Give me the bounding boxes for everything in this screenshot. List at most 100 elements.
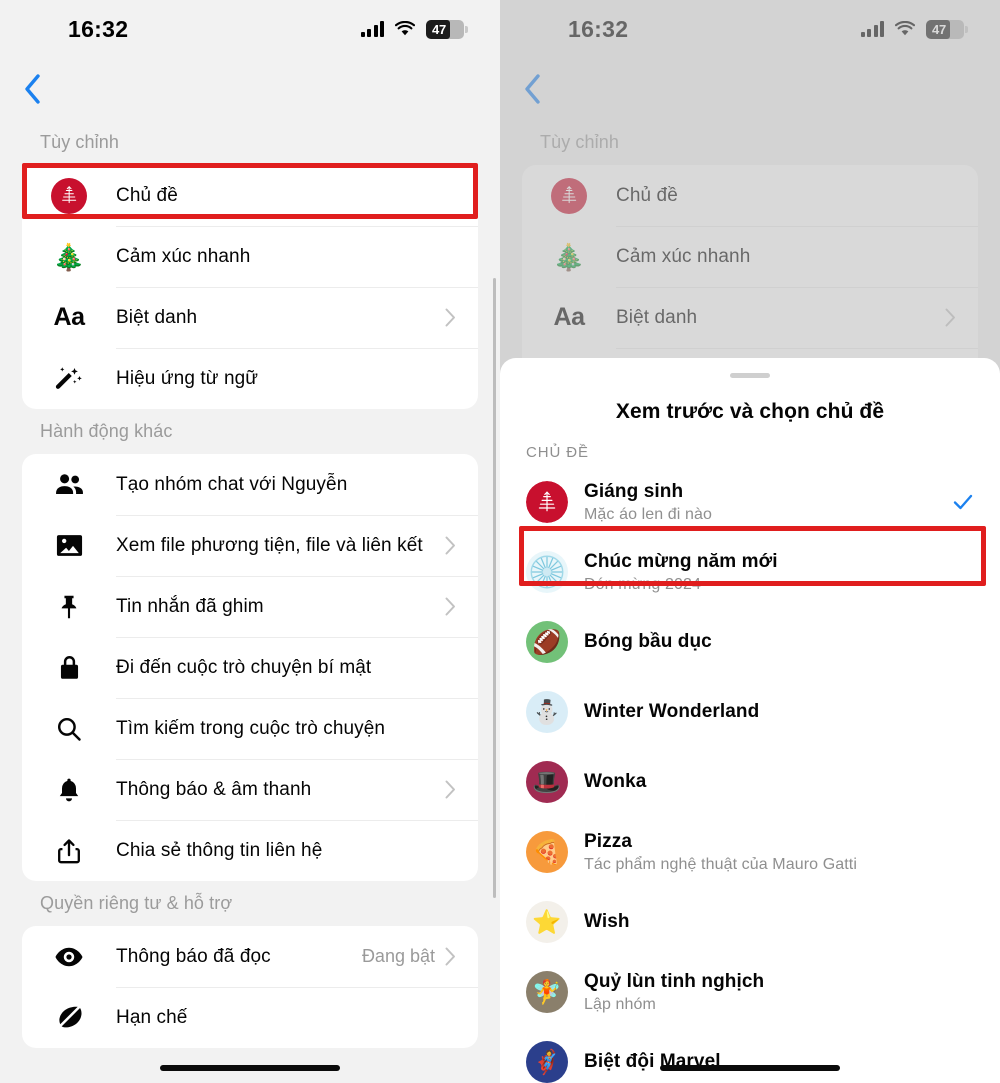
theme-option-3[interactable]: ⛄ Winter Wonderland [500,677,1000,747]
share-icon [58,838,80,863]
row-icon-slot [22,593,116,621]
settings-row-label: Chủ đề [616,184,678,206]
settings-row-0-2[interactable]: Aa Biệt danh [522,287,978,348]
theme-option-2[interactable]: 🏈 Bóng bầu dục [500,607,1000,677]
aa-text-icon: Aa [553,303,585,331]
wish-star-theme-avatar-icon: ⭐ [526,901,568,943]
settings-row-0-1[interactable]: 🎄 Cảm xúc nhanh [22,226,478,287]
theme-name: Quỷ lùn tinh nghịch [584,970,765,992]
section-header: Quyền riêng tư & hỗ trợ [40,893,233,913]
navigation-bar [0,58,500,120]
settings-row-2-0[interactable]: Thông báo đã đọc Đang bật [22,926,478,987]
home-indicator [660,1065,840,1071]
row-icon-slot [22,177,116,214]
settings-row-1-2[interactable]: Tin nhắn đã ghim [22,576,478,637]
theme-name: Pizza [584,830,633,852]
theme-name: Wonka [584,771,647,792]
settings-row-0-2[interactable]: Aa Biệt danh [22,287,478,348]
theme-option-1[interactable]: Chúc mừng năm mới Đón mừng 2024 [500,537,1000,607]
settings-row-label: Xem file phương tiện, file và liên kết [116,534,423,556]
settings-card: Chủ đề 🎄 Cảm xúc nhanh Aa Biệt danh Hiệu ứng … [22,165,478,409]
settings-row-1-6[interactable]: Chia sẻ thông tin liên hệ [22,820,478,881]
football-theme-avatar-icon: 🏈 [526,621,568,663]
theme-option-5[interactable]: 🍕 Pizza Tác phẩm nghệ thuật của Mauro Gatt… [500,817,1000,887]
row-icon-slot [22,776,116,804]
navigation-bar [500,58,1000,120]
two-phone-screenshot: 16:32 47 Tùy chỉnh Chủ đề 🎄 Cảm xúc nhan… [0,0,1000,1083]
cellular-signal-icon [360,21,384,37]
row-icon-slot: 🎄 [22,244,116,270]
settings-row-label: Biệt danh [116,306,198,328]
status-bar-clock: 16:32 [568,15,629,42]
settings-card: Tạo nhóm chat với Nguyễn Xem file phương … [22,454,478,881]
settings-row-label: Tin nhắn đã ghim [116,595,264,617]
cellular-signal-icon [860,21,884,37]
theme-text: Winter Wonderland [584,701,974,723]
row-icon-slot [22,715,116,743]
chevron-right-icon [445,780,455,799]
theme-name: Bóng bầu dục [584,631,712,652]
section-header: Tùy chỉnh [40,132,119,152]
row-icon-slot: Aa [522,303,616,332]
theme-text: Wonka [584,771,974,793]
battery-percent-label: 47 [932,21,947,37]
new-year-theme-avatar-icon [526,551,568,593]
settings-row-1-5[interactable]: Thông báo & âm thanh [22,759,478,820]
sheet-grabber-icon[interactable] [730,373,770,378]
status-bar: 16:32 47 [500,0,1000,58]
theme-option-4[interactable]: 🎩 Wonka [500,747,1000,817]
theme-option-7[interactable]: 🧚 Quỷ lùn tinh nghịch Lập nhóm [500,957,1000,1027]
theme-option-8[interactable]: 🦸 Biệt đội Marvel [500,1027,1000,1083]
theme-subtitle: Mặc áo len đi nào [584,505,713,523]
people-icon [55,474,83,495]
snowman-theme-avatar-icon: ⛄ [526,691,568,733]
sheet-title: Xem trước và chọn chủ đề [615,400,885,423]
settings-row-2-1[interactable]: Hạn chế [22,987,478,1048]
settings-row-label: Cảm xúc nhanh [116,245,251,267]
settings-row-1-0[interactable]: Tạo nhóm chat với Nguyễn [22,454,478,515]
back-button[interactable] [524,74,541,104]
christmas-theme-avatar-icon [526,481,568,523]
photo-icon [56,535,82,556]
christmas-theme-avatar-icon [526,481,568,523]
settings-row-label: Thông báo đã đọc [116,945,271,967]
theme-text: Pizza Tác phẩm nghệ thuật của Mauro Gatti [584,831,974,874]
christmas-theme-avatar-icon [51,177,87,214]
chevron-right-icon [445,536,455,555]
scrollbar[interactable] [493,278,496,898]
settings-row-0-0[interactable]: Chủ đề [22,165,478,226]
theme-picker-sheet: Xem trước và chọn chủ đề CHỦ ĐỀ Giáng si… [500,358,1000,1083]
status-bar-clock: 16:32 [68,15,129,42]
battery-icon: 47 [926,19,968,39]
settings-row-0-1[interactable]: 🎄 Cảm xúc nhanh [522,226,978,287]
pizza-theme-avatar-icon: 🍕 [526,831,568,873]
aa-text-icon: Aa [53,303,85,331]
lock-icon [60,656,78,679]
status-bar-indicators: 47 [360,19,468,39]
settings-row-label: Chia sẻ thông tin liên hệ [116,839,323,861]
theme-option-6[interactable]: ⭐ Wish [500,887,1000,957]
settings-row-1-3[interactable]: Đi đến cuộc trò chuyện bí mật [22,637,478,698]
settings-row-0-0[interactable]: Chủ đề [522,165,978,226]
row-icon-slot: 🎄 [522,244,616,270]
theme-option-0[interactable]: Giáng sinh Mặc áo len đi nào [500,467,1000,537]
settings-row-0-3[interactable]: Hiệu ứng từ ngữ [22,348,478,409]
chevron-right-icon [445,597,455,616]
status-bar: 16:32 47 [0,0,500,58]
row-icon-slot [22,837,116,865]
row-icon-slot [22,469,116,500]
row-icon-slot [22,942,116,972]
settings-row-label: Chủ đề [116,184,178,206]
theme-name: Winter Wonderland [584,701,760,722]
back-button[interactable] [24,74,41,104]
chevron-right-icon [945,308,955,327]
left-phone-screen: 16:32 47 Tùy chỉnh Chủ đề 🎄 Cảm xúc nhan… [0,0,500,1083]
theme-text: Giáng sinh Mặc áo len đi nào [584,481,952,524]
settings-row-1-4[interactable]: Tìm kiếm trong cuộc trò chuyện [22,698,478,759]
theme-text: Chúc mừng năm mới Đón mừng 2024 [584,551,974,594]
row-icon-slot [22,1003,116,1032]
theme-name: Wish [584,911,630,932]
settings-row-1-1[interactable]: Xem file phương tiện, file và liên kết [22,515,478,576]
restrict-icon [57,1005,82,1029]
chevron-right-icon [445,308,455,327]
